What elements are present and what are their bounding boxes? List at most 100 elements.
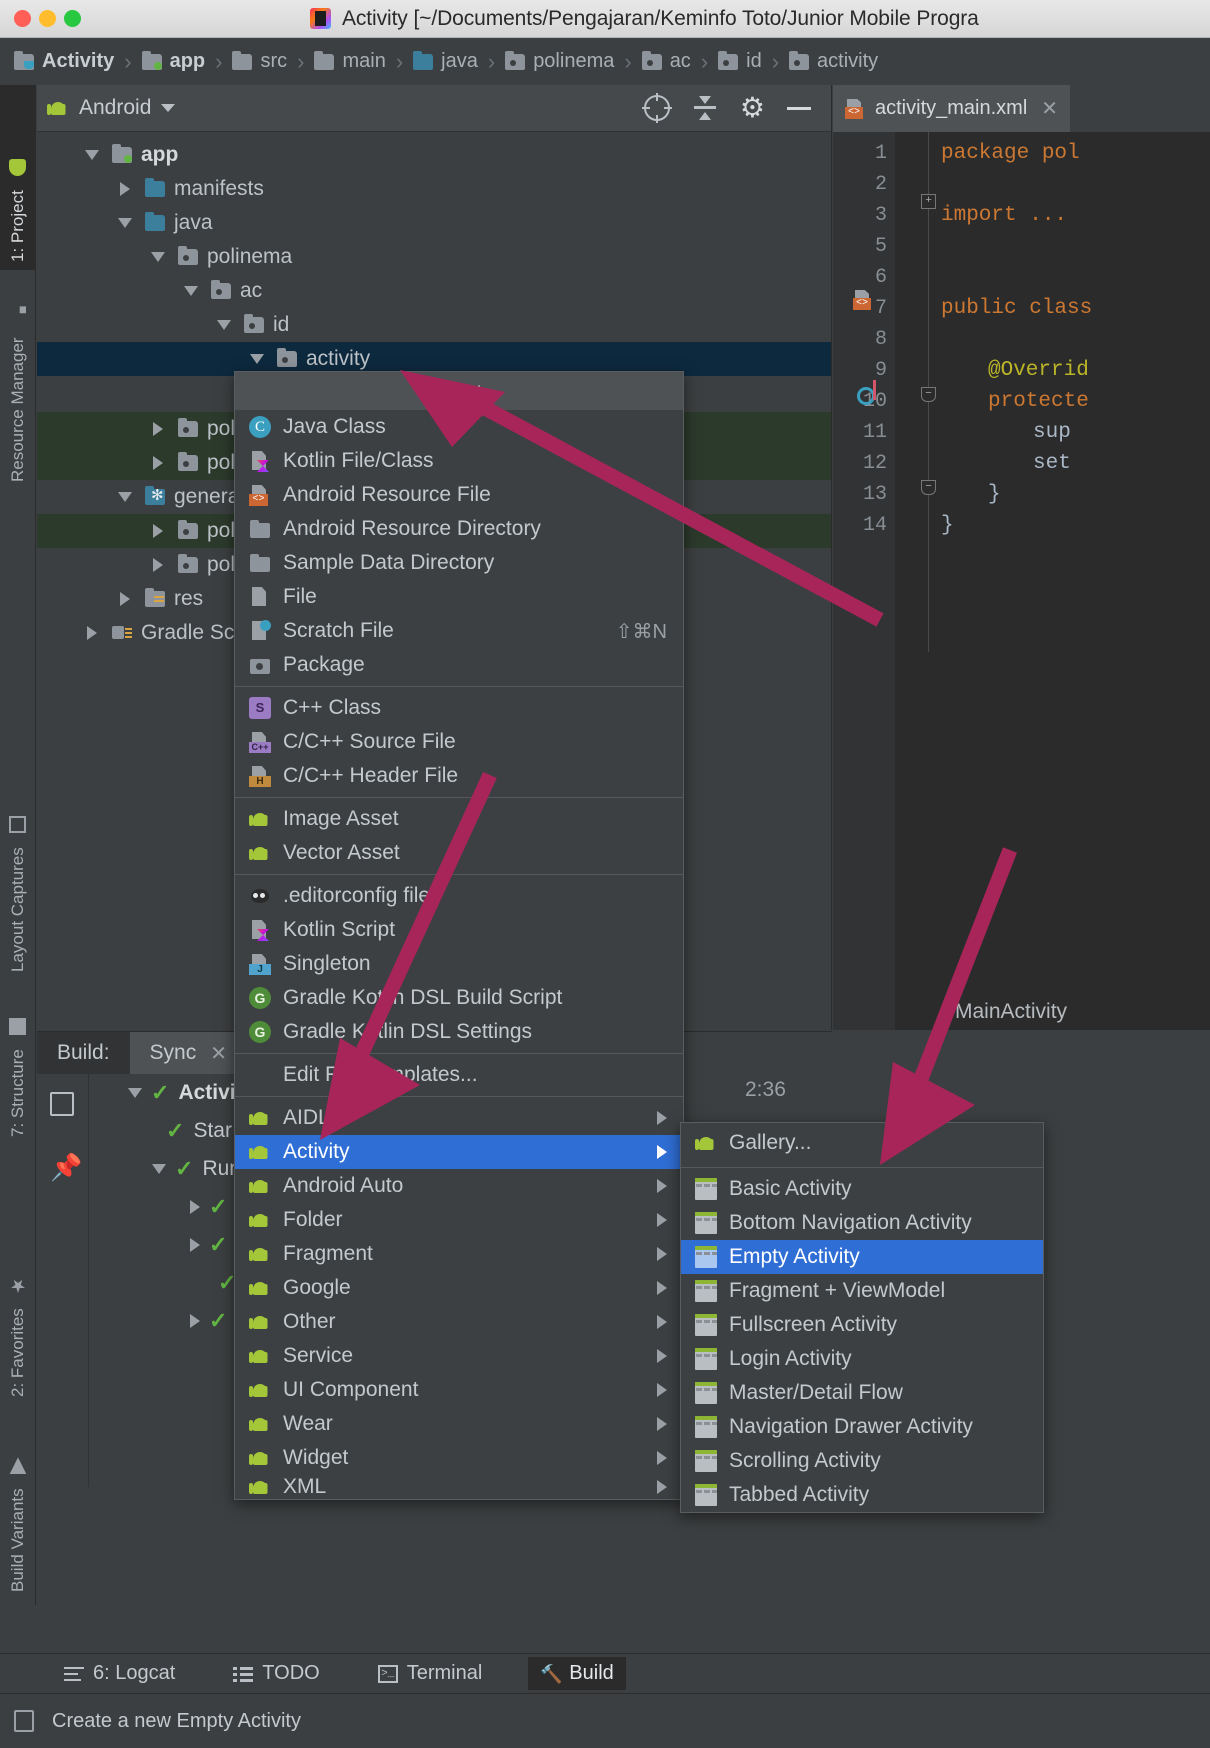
- submenu-item-navigation-drawer-activity[interactable]: Navigation Drawer Activity: [681, 1410, 1043, 1444]
- menu-item-edit-file-templates[interactable]: Edit File Templates...: [235, 1058, 683, 1092]
- tree-item-polinema[interactable]: polinema: [37, 240, 831, 274]
- submenu-item-fullscreen-activity[interactable]: Fullscreen Activity: [681, 1308, 1043, 1342]
- twisty-right-icon[interactable]: [147, 524, 169, 538]
- bottom-tab-build[interactable]: 🔨 Build: [528, 1657, 626, 1690]
- menu-item-cpp-header-file[interactable]: C/C++ Header File: [235, 759, 683, 793]
- breadcrumb-item-ac[interactable]: ac: [641, 50, 691, 73]
- sidebar-item-layout-captures[interactable]: Layout Captures: [0, 785, 36, 980]
- pin-icon[interactable]: 📌: [50, 1152, 82, 1183]
- bottom-tab-terminal[interactable]: >_ Terminal: [366, 1657, 495, 1690]
- editor-gutter[interactable]: 1 2 3 5 6 7 8 9 10 11 12 13 14: [833, 132, 895, 1030]
- tree-item-java[interactable]: java: [37, 206, 831, 240]
- twisty-down-icon[interactable]: [213, 320, 235, 330]
- twisty-right-icon[interactable]: [81, 626, 103, 640]
- close-icon[interactable]: ✕: [210, 1041, 227, 1066]
- breadcrumb-item-polinema[interactable]: polinema: [505, 50, 614, 73]
- breadcrumb-item-app[interactable]: app: [141, 50, 205, 73]
- activity-templates-submenu[interactable]: Gallery... Basic Activity Bottom Navigat…: [680, 1122, 1044, 1513]
- close-icon[interactable]: ✕: [1041, 96, 1058, 121]
- build-tab-build[interactable]: Build:: [37, 1032, 130, 1074]
- twisty-right-icon[interactable]: [147, 558, 169, 572]
- menu-item-fragment[interactable]: Fragment: [235, 1237, 683, 1271]
- chevron-down-icon[interactable]: [161, 104, 176, 112]
- twisty-right-icon[interactable]: [147, 422, 169, 436]
- menu-item-aidl[interactable]: AIDL: [235, 1101, 683, 1135]
- submenu-item-scrolling-activity[interactable]: Scrolling Activity: [681, 1444, 1043, 1478]
- submenu-item-login-activity[interactable]: Login Activity: [681, 1342, 1043, 1376]
- maximize-window-button[interactable]: [64, 10, 81, 27]
- twisty-right-icon[interactable]: [147, 456, 169, 470]
- minimize-icon[interactable]: [787, 106, 811, 110]
- fold-collapse-icon[interactable]: −: [921, 480, 936, 495]
- sidebar-item-resource-manager[interactable]: Resource Manager: [0, 280, 36, 490]
- sidebar-item-project[interactable]: 1: Project: [0, 85, 36, 270]
- menu-item-xml[interactable]: XML: [235, 1475, 683, 1499]
- fold-collapse-icon[interactable]: −: [921, 387, 936, 402]
- editor-breadcrumb-mainactivity[interactable]: MainActivity: [955, 1000, 1067, 1024]
- twisty-down-icon[interactable]: [128, 1088, 142, 1098]
- menu-item-singleton[interactable]: Singleton: [235, 947, 683, 981]
- close-window-button[interactable]: [14, 10, 31, 27]
- new-context-menu[interactable]: New C Java Class Kotlin File/Class Andro…: [234, 371, 684, 1500]
- breadcrumb-item-main[interactable]: main: [314, 50, 386, 73]
- submenu-item-fragment-viewmodel[interactable]: Fragment + ViewModel: [681, 1274, 1043, 1308]
- menu-item-scratch-file[interactable]: Scratch File ⇧⌘N: [235, 614, 683, 648]
- bottom-tab-todo[interactable]: TODO: [221, 1657, 331, 1690]
- breadcrumb-item-java[interactable]: java: [413, 50, 478, 73]
- twisty-right-icon[interactable]: [114, 592, 136, 606]
- collapse-all-icon[interactable]: [692, 95, 718, 121]
- settings-gear-icon[interactable]: ⚙: [740, 94, 765, 122]
- submenu-item-empty-activity[interactable]: Empty Activity: [681, 1240, 1043, 1274]
- sidebar-item-build-variants[interactable]: Build Variants: [0, 1415, 36, 1600]
- sidebar-item-structure[interactable]: 7: Structure: [0, 985, 36, 1145]
- menu-item-android-resource-directory[interactable]: Android Resource Directory: [235, 512, 683, 546]
- breadcrumb-item-activity[interactable]: Activity: [14, 50, 114, 73]
- project-view-selector-label[interactable]: Android: [79, 96, 151, 120]
- submenu-item-tabbed-activity[interactable]: Tabbed Activity: [681, 1478, 1043, 1512]
- twisty-down-icon[interactable]: [180, 286, 202, 296]
- menu-item-java-class[interactable]: C Java Class: [235, 410, 683, 444]
- twisty-right-icon[interactable]: [190, 1200, 200, 1214]
- tree-item-id[interactable]: id: [37, 308, 831, 342]
- menu-item-cpp-source-file[interactable]: C/C++ Source File: [235, 725, 683, 759]
- submenu-item-gallery[interactable]: Gallery...: [681, 1123, 1043, 1163]
- twisty-down-icon[interactable]: [246, 354, 268, 364]
- tree-item-manifests[interactable]: manifests: [37, 172, 831, 206]
- minimize-window-button[interactable]: [39, 10, 56, 27]
- menu-item-cpp-class[interactable]: S C++ Class: [235, 691, 683, 725]
- menu-item-wear[interactable]: Wear: [235, 1407, 683, 1441]
- twisty-right-icon[interactable]: [190, 1314, 200, 1328]
- menu-item-service[interactable]: Service: [235, 1339, 683, 1373]
- menu-item-android-auto[interactable]: Android Auto: [235, 1169, 683, 1203]
- menu-item-package[interactable]: Package: [235, 648, 683, 682]
- twisty-down-icon[interactable]: [81, 150, 103, 160]
- menu-item-activity[interactable]: Activity: [235, 1135, 683, 1169]
- restart-icon[interactable]: [50, 1092, 74, 1116]
- twisty-right-icon[interactable]: [190, 1238, 200, 1252]
- editor-tab-activity-main-xml[interactable]: activity_main.xml ✕: [833, 85, 1071, 132]
- twisty-down-icon[interactable]: [114, 492, 136, 502]
- twisty-right-icon[interactable]: [114, 182, 136, 196]
- menu-item-editorconfig-file[interactable]: .editorconfig file: [235, 879, 683, 913]
- tree-item-ac[interactable]: ac: [37, 274, 831, 308]
- bottom-tab-logcat[interactable]: 6: Logcat: [52, 1657, 187, 1690]
- locate-target-icon[interactable]: [641, 93, 672, 123]
- fold-expand-icon[interactable]: +: [921, 194, 936, 209]
- menu-item-ui-component[interactable]: UI Component: [235, 1373, 683, 1407]
- twisty-down-icon[interactable]: [152, 1164, 166, 1174]
- tree-item-app[interactable]: app: [37, 138, 831, 172]
- menu-item-file[interactable]: File: [235, 580, 683, 614]
- build-tab-sync[interactable]: Sync ✕: [129, 1032, 247, 1074]
- menu-item-image-asset[interactable]: Image Asset: [235, 802, 683, 836]
- sidebar-item-favorites[interactable]: 2: Favorites ★: [0, 1245, 36, 1405]
- breadcrumb-item-id[interactable]: id: [718, 50, 762, 73]
- menu-item-gradle-kotlin-dsl-build-script[interactable]: G Gradle Kotlin DSL Build Script: [235, 981, 683, 1015]
- submenu-item-basic-activity[interactable]: Basic Activity: [681, 1172, 1043, 1206]
- menu-item-widget[interactable]: Widget: [235, 1441, 683, 1475]
- menu-item-kotlin-script[interactable]: Kotlin Script: [235, 913, 683, 947]
- window-controls[interactable]: [14, 10, 81, 27]
- twisty-down-icon[interactable]: [147, 252, 169, 262]
- breadcrumb-item-activity-pkg[interactable]: activity: [789, 50, 878, 73]
- menu-item-folder[interactable]: Folder: [235, 1203, 683, 1237]
- menu-item-other[interactable]: Other: [235, 1305, 683, 1339]
